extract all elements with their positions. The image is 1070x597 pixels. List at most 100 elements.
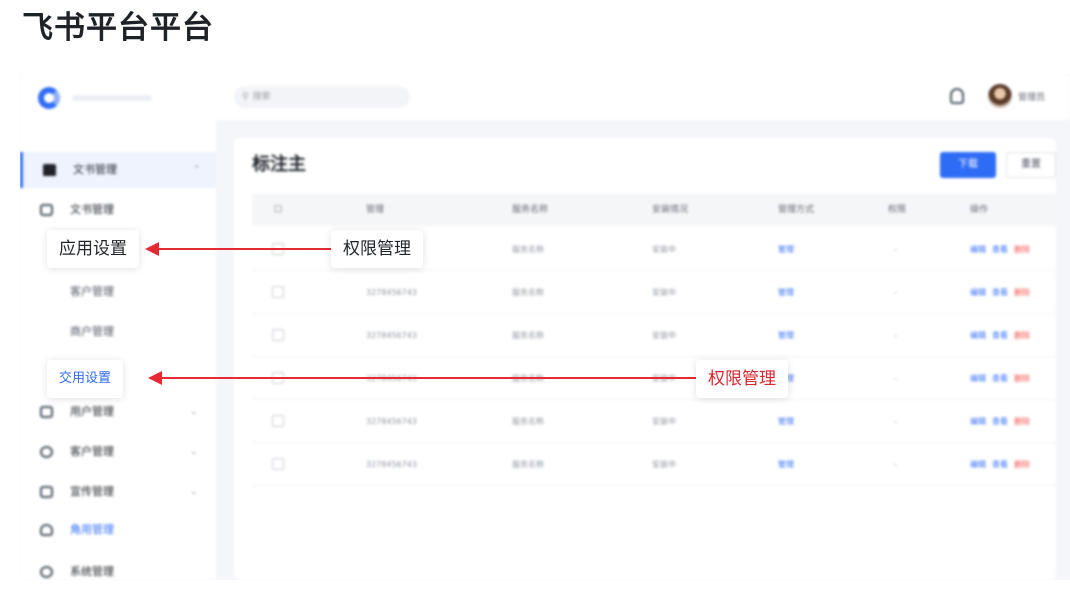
sidebar-item-doc-management-2[interactable]: 文书管理	[20, 192, 216, 228]
cell-status: 安装中	[652, 417, 676, 426]
column-header: 权限	[888, 205, 907, 215]
edit-link[interactable]: 编辑	[970, 443, 986, 486]
sidebar-item-customer-2[interactable]: 客户管理 ⌄	[20, 434, 216, 470]
cell-id: 3278456743	[366, 417, 417, 426]
sidebar-item-label: 系统管理	[70, 565, 114, 578]
delete-link[interactable]: 删除	[1014, 443, 1030, 486]
row-checkbox[interactable]	[272, 286, 284, 298]
cell-name: 服务名称	[512, 245, 544, 254]
search-input[interactable]: ⚲ 搜索	[234, 86, 410, 108]
delete-link[interactable]: 删除	[1014, 357, 1030, 400]
cell-name: 服务名称	[512, 460, 544, 469]
settings-icon	[40, 566, 53, 578]
sidebar-item-label: 角用管理	[70, 523, 114, 536]
cell-method: 管理	[778, 417, 794, 426]
cell-actions: 编辑 查看 删除	[970, 400, 1036, 443]
row-checkbox[interactable]	[272, 329, 284, 341]
callout-permission-top: 权限管理	[331, 230, 423, 268]
select-all-checkbox[interactable]: ☐	[274, 194, 282, 226]
sidebar-item-label: 文书管理	[73, 163, 117, 176]
sidebar-item-label: 宣传管理	[70, 485, 114, 498]
table-header: ☐ 管理 服务名称 安装情况 管理方式 权限 操作	[252, 194, 1056, 226]
cell-method: 管理	[778, 331, 794, 340]
logo-icon	[38, 87, 60, 109]
cell-name: 服务名称	[512, 417, 544, 426]
table-row[interactable]: 3278456743 服务名称 安装中 管理 - 编辑查看删除	[252, 314, 1056, 357]
sidebar-item-doc-management[interactable]: 文书管理 ⌃	[20, 152, 216, 188]
reset-button[interactable]: 重置	[1006, 152, 1056, 178]
sidebar-item-promotion[interactable]: 宣传管理 ⌄	[20, 474, 216, 510]
cell-perm: -	[894, 331, 897, 340]
edit-link[interactable]: 编辑	[970, 357, 986, 400]
table-row[interactable]: 3278456743 服务名称 安装中 管理 - 编辑查看删除	[252, 443, 1056, 486]
box-icon	[40, 486, 53, 498]
page-title: 飞书平台平台	[22, 10, 214, 46]
arrow-line	[158, 248, 331, 250]
table-row[interactable]: 3278456743 服务名称 安装中 管理 - 编辑查看删除	[252, 271, 1056, 314]
delete-link[interactable]: 删除	[1014, 400, 1030, 443]
sidebar-item-label: 用户管理	[70, 405, 114, 418]
sidebar-item-customer[interactable]: 客户管理	[20, 274, 216, 310]
sidebar: 文书管理 ⌃ 文书管理 客户管理 商户管理 用户管理 ⌄ 客户管理 ⌄ 宣传管理…	[20, 120, 216, 580]
view-link[interactable]: 查看	[992, 357, 1008, 400]
sidebar-item-role[interactable]: 角用管理	[20, 512, 216, 548]
delete-link[interactable]: 删除	[1014, 314, 1030, 357]
edit-link[interactable]: 编辑	[970, 314, 986, 357]
view-link[interactable]: 查看	[992, 314, 1008, 357]
column-header: 管理方式	[778, 205, 815, 215]
view-link[interactable]: 查看	[992, 228, 1008, 271]
cell-perm: -	[894, 245, 897, 254]
edit-link[interactable]: 编辑	[970, 400, 986, 443]
avatar[interactable]	[988, 84, 1012, 108]
sidebar-item-label: 商户管理	[70, 325, 114, 338]
row-checkbox[interactable]	[272, 415, 284, 427]
sidebar-item-merchant[interactable]: 商户管理	[20, 314, 216, 350]
callout-app-settings-2: 交用设置	[47, 360, 124, 398]
card-icon	[40, 406, 53, 418]
user-icon	[40, 524, 53, 536]
sidebar-item-system[interactable]: 系统管理	[20, 554, 216, 580]
chevron-up-icon: ⌃	[193, 165, 201, 175]
chevron-down-icon: ⌄	[190, 487, 198, 497]
chevron-down-icon: ⌄	[190, 447, 198, 457]
cell-method: 管理	[778, 245, 794, 254]
bell-icon[interactable]	[950, 88, 964, 104]
search-icon: ⚲	[242, 92, 249, 102]
row-checkbox[interactable]	[272, 458, 284, 470]
circle-icon	[40, 446, 53, 458]
sidebar-item-label: 客户管理	[70, 445, 114, 458]
cell-actions: 编辑 查看 删除	[970, 443, 1036, 486]
table-row[interactable]: 3278456743 服务名称 安装中 管理 - 编辑查看删除	[252, 400, 1056, 443]
edit-link[interactable]: 编辑	[970, 228, 986, 271]
view-link[interactable]: 查看	[992, 271, 1008, 314]
delete-link[interactable]: 删除	[1014, 271, 1030, 314]
arrow-line	[160, 377, 696, 379]
view-link[interactable]: 查看	[992, 443, 1008, 486]
cell-perm: -	[894, 374, 897, 383]
cell-perm: -	[894, 288, 897, 297]
sidebar-item-label: 文书管理	[70, 203, 114, 216]
sidebar-item-user[interactable]: 用户管理 ⌄	[20, 394, 216, 430]
delete-link[interactable]: 删除	[1014, 228, 1030, 271]
cell-perm: -	[894, 460, 897, 469]
cell-status: 安装中	[652, 245, 676, 254]
download-button[interactable]: 下载	[940, 152, 996, 178]
view-link[interactable]: 查看	[992, 400, 1008, 443]
cell-status: 安装中	[652, 288, 676, 297]
cell-actions: 编辑 查看 删除	[970, 314, 1036, 357]
sidebar-item-label: 客户管理	[70, 285, 114, 298]
app-screenshot: ⚲ 搜索 管理员 文书管理 ⌃ 文书管理 客户管理 商户管理 用户管理 ⌄ 客户…	[20, 74, 1070, 580]
column-header: 操作	[970, 205, 989, 215]
calendar-icon	[40, 204, 53, 216]
cell-name: 服务名称	[512, 288, 544, 297]
logo-text-placeholder	[72, 95, 152, 101]
cell-id: 3278456743	[366, 460, 417, 469]
callout-app-settings: 应用设置	[47, 230, 139, 268]
column-header: 服务名称	[512, 205, 549, 215]
cell-method: 管理	[778, 460, 794, 469]
edit-link[interactable]: 编辑	[970, 271, 986, 314]
cell-actions: 编辑 查看 删除	[970, 271, 1036, 314]
cell-perm: -	[894, 417, 897, 426]
user-name[interactable]: 管理员	[1018, 90, 1045, 103]
cell-id: 3278456743	[366, 288, 417, 297]
